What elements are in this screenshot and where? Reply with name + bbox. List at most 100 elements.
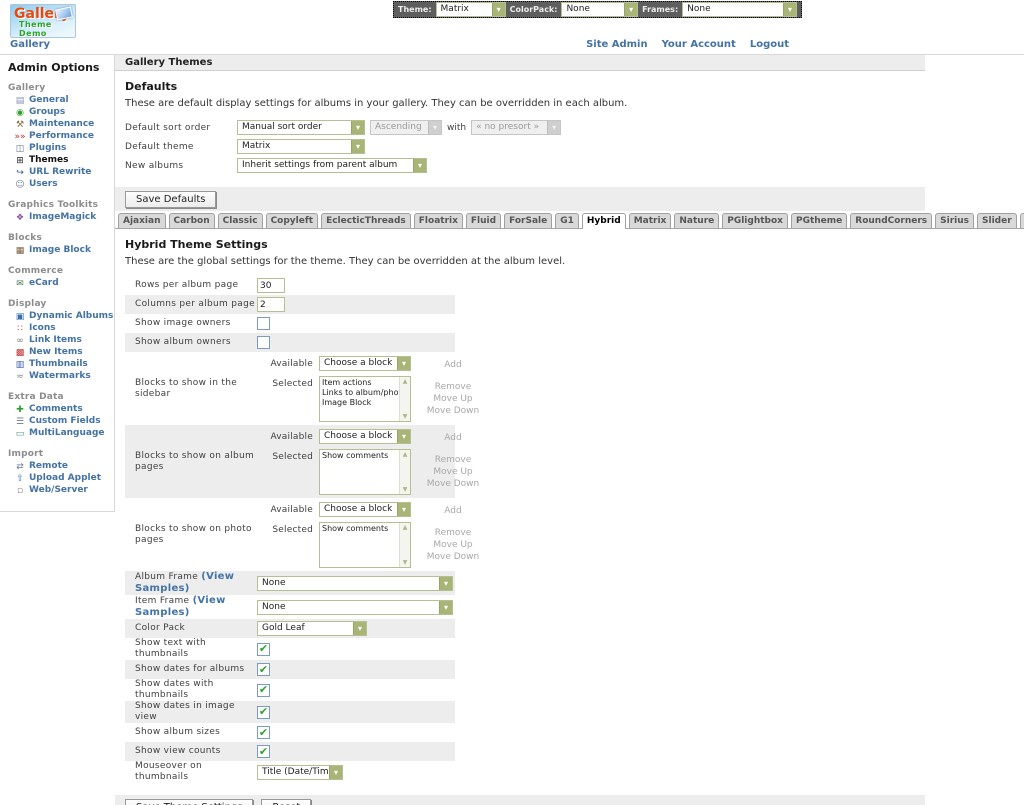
album-frame-select[interactable]: None ▾ bbox=[257, 576, 453, 591]
save-theme-settings-button[interactable]: Save Theme Settings bbox=[125, 799, 253, 805]
sidebar-item-performance[interactable]: »»Performance bbox=[8, 131, 114, 143]
sidebar-item-themes[interactable]: ⊞Themes bbox=[8, 155, 114, 167]
available-blocks-select[interactable]: Choose a block ▾ bbox=[319, 429, 411, 444]
show-text-with-thumbnails-checkbox[interactable] bbox=[257, 643, 270, 656]
tab-nature[interactable]: Nature bbox=[674, 213, 719, 228]
your-account-link[interactable]: Your Account bbox=[662, 39, 736, 50]
tab-eclecticthreads[interactable]: EclecticThreads bbox=[321, 213, 411, 228]
sidebar-item-custom-fields[interactable]: ☰Custom Fields bbox=[8, 416, 114, 428]
default-theme-select[interactable]: Matrix ▾ bbox=[237, 139, 365, 154]
sidebar-item-groups[interactable]: ◉Groups bbox=[8, 107, 114, 119]
remove-block-link[interactable]: Remove bbox=[417, 454, 489, 466]
site-admin-link[interactable]: Site Admin bbox=[586, 39, 648, 50]
list-item[interactable]: Links to album/photo peers bbox=[322, 388, 397, 398]
add-block-link[interactable]: Add bbox=[417, 429, 489, 444]
list-item[interactable]: Item actions bbox=[322, 378, 397, 388]
add-block-link[interactable]: Add bbox=[417, 502, 489, 517]
list-item[interactable]: Show comments bbox=[322, 451, 397, 461]
show-dates-for-albums-checkbox[interactable] bbox=[257, 663, 270, 676]
tab-classic[interactable]: Classic bbox=[218, 213, 263, 228]
themes-icon: ⊞ bbox=[14, 156, 26, 166]
sidebar-item-users[interactable]: ☺Users bbox=[8, 179, 114, 191]
move-down-link[interactable]: Move Down bbox=[417, 551, 489, 563]
tab-g1[interactable]: G1 bbox=[555, 213, 579, 228]
frames-select[interactable]: None ▾ bbox=[682, 2, 797, 17]
show-album-sizes-checkbox[interactable] bbox=[257, 726, 270, 739]
move-down-link[interactable]: Move Down bbox=[417, 405, 489, 417]
show-album-owners-checkbox[interactable] bbox=[257, 336, 270, 349]
sidebar-item-maintenance[interactable]: ⚒Maintenance bbox=[8, 119, 114, 131]
available-blocks-select[interactable]: Choose a block ▾ bbox=[319, 356, 411, 371]
columns-per-album-page-input[interactable] bbox=[257, 297, 285, 312]
tab-roundcorners[interactable]: RoundCorners bbox=[850, 213, 932, 228]
sidebar-item-icons[interactable]: ∷Icons bbox=[8, 323, 114, 335]
list-item[interactable]: Image Block bbox=[322, 398, 397, 408]
remove-block-link[interactable]: Remove bbox=[417, 527, 489, 539]
sidebar-item-imagemagick[interactable]: ❖ImageMagick bbox=[8, 212, 114, 224]
sidebar-item-remote[interactable]: ⇄Remote bbox=[8, 461, 114, 473]
colorpack-label: ColorPack: bbox=[510, 5, 558, 14]
sidebar-item-comments[interactable]: ✚Comments bbox=[8, 404, 114, 416]
sidebar-item-general[interactable]: ▤General bbox=[8, 95, 114, 107]
theme-select[interactable]: Matrix ▾ bbox=[436, 2, 506, 17]
sidebar-item-plugins[interactable]: ◫Plugins bbox=[8, 143, 114, 155]
move-up-link[interactable]: Move Up bbox=[417, 466, 489, 478]
new-albums-select[interactable]: Inherit settings from parent album ▾ bbox=[237, 158, 427, 173]
sidebar-item-ecard[interactable]: ✉eCard bbox=[8, 278, 114, 290]
available-blocks-select[interactable]: Choose a block ▾ bbox=[319, 502, 411, 517]
sidebar-item-multilanguage[interactable]: ▭MultiLanguage bbox=[8, 428, 114, 440]
gallery-home-link[interactable]: Gallery bbox=[10, 39, 50, 50]
colorpack-select[interactable]: None ▾ bbox=[561, 2, 638, 17]
tab-forsale[interactable]: ForSale bbox=[504, 213, 552, 228]
scrollbar[interactable]: ▲ ▼ bbox=[399, 523, 410, 567]
gallery-logo[interactable]: Gallery Theme Demo bbox=[10, 4, 76, 38]
move-down-link[interactable]: Move Down bbox=[417, 478, 489, 490]
sidebar-item-web-server[interactable]: ▫Web/Server bbox=[8, 485, 114, 497]
sidebar-item-upload-applet[interactable]: ⇧Upload Applet bbox=[8, 473, 114, 485]
move-up-link[interactable]: Move Up bbox=[417, 393, 489, 405]
tab-splatbang[interactable]: Splatbang bbox=[1020, 213, 1024, 228]
scrollbar[interactable]: ▲ ▼ bbox=[399, 450, 410, 494]
tab-matrix[interactable]: Matrix bbox=[629, 213, 672, 228]
selected-blocks-list[interactable]: Item actions Links to album/photo peers … bbox=[319, 376, 411, 422]
selected-blocks-list[interactable]: Show comments ▲ ▼ bbox=[319, 522, 411, 568]
remove-block-link[interactable]: Remove bbox=[417, 381, 489, 393]
item-frame-select[interactable]: None ▾ bbox=[257, 600, 453, 615]
sidebar-item-image-block[interactable]: ▦Image Block bbox=[8, 245, 114, 257]
sidebar-item-url-rewrite[interactable]: ↪URL Rewrite bbox=[8, 167, 114, 179]
mouseover-on-thumbnails-select[interactable]: Title (Date/Time) ▾ bbox=[257, 765, 343, 780]
scrollbar[interactable]: ▲ ▼ bbox=[399, 377, 410, 421]
show-dates-in-image-view-checkbox[interactable] bbox=[257, 706, 270, 719]
move-up-link[interactable]: Move Up bbox=[417, 539, 489, 551]
sidebar-item-watermarks[interactable]: ≈Watermarks bbox=[8, 371, 114, 383]
tab-ajaxian[interactable]: Ajaxian bbox=[118, 213, 166, 228]
add-block-link[interactable]: Add bbox=[417, 356, 489, 371]
tab-slider[interactable]: Slider bbox=[977, 213, 1017, 228]
tab-hybrid[interactable]: Hybrid bbox=[582, 213, 626, 228]
logout-link[interactable]: Logout bbox=[750, 39, 789, 50]
tab-pgtheme[interactable]: PGtheme bbox=[791, 213, 847, 228]
chevron-down-icon: ▾ bbox=[439, 601, 452, 614]
tab-pglightbox[interactable]: PGlightbox bbox=[722, 213, 788, 228]
show-view-counts-checkbox[interactable] bbox=[257, 745, 270, 758]
sidebar-section-commerce: Commerce bbox=[8, 266, 114, 276]
reset-button[interactable]: Reset bbox=[261, 799, 311, 805]
sidebar-item-dynamic-albums[interactable]: ▣Dynamic Albums bbox=[8, 311, 114, 323]
rows-per-album-page-input[interactable] bbox=[257, 278, 285, 293]
list-item[interactable]: Show comments bbox=[322, 524, 397, 534]
sidebar-item-thumbnails[interactable]: ▥Thumbnails bbox=[8, 359, 114, 371]
save-defaults-button[interactable]: Save Defaults bbox=[125, 191, 216, 208]
sidebar-item-link-items[interactable]: ∞Link Items bbox=[8, 335, 114, 347]
sidebar-item-new-items[interactable]: ▩New Items bbox=[8, 347, 114, 359]
tab-floatrix[interactable]: Floatrix bbox=[414, 213, 463, 228]
show-dates-with-thumbnails-checkbox[interactable] bbox=[257, 684, 270, 697]
tab-sirius[interactable]: Sirius bbox=[935, 213, 974, 228]
tab-fluid[interactable]: Fluid bbox=[466, 213, 501, 228]
color-pack-select[interactable]: Gold Leaf ▾ bbox=[257, 621, 367, 636]
tab-carbon[interactable]: Carbon bbox=[169, 213, 215, 228]
tab-copyleft[interactable]: Copyleft bbox=[266, 213, 319, 228]
default-sort-order-select[interactable]: Manual sort order ▾ bbox=[237, 120, 365, 135]
row-show-album-sizes: Show album sizes bbox=[125, 723, 455, 742]
selected-blocks-list[interactable]: Show comments ▲ ▼ bbox=[319, 449, 411, 495]
show-image-owners-checkbox[interactable] bbox=[257, 317, 270, 330]
